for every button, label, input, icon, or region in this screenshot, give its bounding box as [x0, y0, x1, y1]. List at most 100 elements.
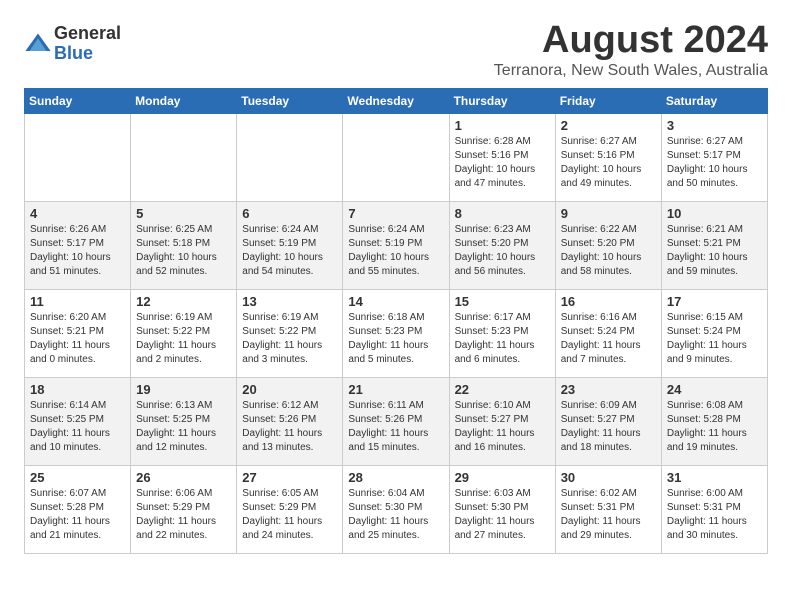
cell-content: Sunrise: 6:28 AM Sunset: 5:16 PM Dayligh…: [455, 135, 550, 191]
weekday-header-sunday: Sunday: [25, 88, 131, 113]
calendar-cell: 27 Sunrise: 6:05 AM Sunset: 5:29 PM Dayli…: [237, 465, 343, 553]
day-number: 5: [136, 206, 231, 221]
cell-content: Sunrise: 6:16 AM Sunset: 5:24 PM Dayligh…: [561, 311, 656, 367]
title-area: August 2024 Terranora, New South Wales, …: [494, 20, 768, 80]
day-number: 3: [667, 118, 762, 133]
day-number: 20: [242, 382, 337, 397]
day-number: 1: [455, 118, 550, 133]
weekday-header-row: SundayMondayTuesdayWednesdayThursdayFrid…: [25, 88, 768, 113]
calendar-cell: 20 Sunrise: 6:12 AM Sunset: 5:26 PM Dayli…: [237, 377, 343, 465]
calendar-cell: 22 Sunrise: 6:10 AM Sunset: 5:27 PM Dayli…: [449, 377, 555, 465]
cell-content: Sunrise: 6:18 AM Sunset: 5:23 PM Dayligh…: [348, 311, 443, 367]
calendar-cell: 24 Sunrise: 6:08 AM Sunset: 5:28 PM Dayli…: [661, 377, 767, 465]
calendar-week-3: 11Sunrise: 6:20 AM Sunset: 5:21 PM Dayli…: [25, 289, 768, 377]
day-number: 27: [242, 470, 337, 485]
weekday-header-monday: Monday: [131, 88, 237, 113]
calendar-cell: 23 Sunrise: 6:09 AM Sunset: 5:27 PM Dayli…: [555, 377, 661, 465]
cell-content: Sunrise: 6:13 AM Sunset: 5:25 PM Dayligh…: [136, 399, 231, 455]
calendar-cell: 17 Sunrise: 6:15 AM Sunset: 5:24 PM Dayli…: [661, 289, 767, 377]
cell-content: Sunrise: 6:02 AM Sunset: 5:31 PM Dayligh…: [561, 487, 656, 543]
calendar-cell: 16 Sunrise: 6:16 AM Sunset: 5:24 PM Dayli…: [555, 289, 661, 377]
cell-content: Sunrise: 6:23 AM Sunset: 5:20 PM Dayligh…: [455, 223, 550, 279]
calendar-week-4: 18 Sunrise: 6:14 AM Sunset: 5:25 PM Dayli…: [25, 377, 768, 465]
calendar-cell: [25, 113, 131, 201]
calendar-cell: 26 Sunrise: 6:06 AM Sunset: 5:29 PM Dayli…: [131, 465, 237, 553]
day-number: 29: [455, 470, 550, 485]
cell-content: Sunrise: 6:19 AM Sunset: 5:22 PM Dayligh…: [242, 311, 337, 367]
day-number: 22: [455, 382, 550, 397]
weekday-header-wednesday: Wednesday: [343, 88, 449, 113]
cell-content: Sunrise: 6:10 AM Sunset: 5:27 PM Dayligh…: [455, 399, 550, 455]
weekday-header-thursday: Thursday: [449, 88, 555, 113]
day-number: 8: [455, 206, 550, 221]
calendar-table: SundayMondayTuesdayWednesdayThursdayFrid…: [24, 88, 768, 554]
day-number: 2: [561, 118, 656, 133]
calendar-cell: 18 Sunrise: 6:14 AM Sunset: 5:25 PM Dayli…: [25, 377, 131, 465]
header: General Blue August 2024 Terranora, New …: [24, 20, 768, 80]
cell-content: Sunrise: 6:27 AM Sunset: 5:16 PM Dayligh…: [561, 135, 656, 191]
calendar-cell: [237, 113, 343, 201]
cell-content: Sunrise: 6:19 AM Sunset: 5:22 PM Dayligh…: [136, 311, 231, 367]
cell-content: Sunrise: 6:07 AM Sunset: 5:28 PM Dayligh…: [30, 487, 125, 543]
calendar-cell: 6 Sunrise: 6:24 AM Sunset: 5:19 PM Daylig…: [237, 201, 343, 289]
cell-content: Sunrise: 6:14 AM Sunset: 5:25 PM Dayligh…: [30, 399, 125, 455]
day-number: 26: [136, 470, 231, 485]
calendar-cell: 11Sunrise: 6:20 AM Sunset: 5:21 PM Dayli…: [25, 289, 131, 377]
day-number: 23: [561, 382, 656, 397]
cell-content: Sunrise: 6:24 AM Sunset: 5:19 PM Dayligh…: [348, 223, 443, 279]
cell-content: Sunrise: 6:09 AM Sunset: 5:27 PM Dayligh…: [561, 399, 656, 455]
calendar-cell: 2 Sunrise: 6:27 AM Sunset: 5:16 PM Daylig…: [555, 113, 661, 201]
day-number: 21: [348, 382, 443, 397]
location: Terranora, New South Wales, Australia: [494, 62, 768, 80]
calendar-week-1: 1 Sunrise: 6:28 AM Sunset: 5:16 PM Daylig…: [25, 113, 768, 201]
cell-content: Sunrise: 6:12 AM Sunset: 5:26 PM Dayligh…: [242, 399, 337, 455]
calendar-cell: 19 Sunrise: 6:13 AM Sunset: 5:25 PM Dayli…: [131, 377, 237, 465]
logo-blue: Blue: [54, 44, 121, 64]
day-number: 15: [455, 294, 550, 309]
calendar-cell: 9 Sunrise: 6:22 AM Sunset: 5:20 PM Daylig…: [555, 201, 661, 289]
cell-content: Sunrise: 6:06 AM Sunset: 5:29 PM Dayligh…: [136, 487, 231, 543]
logo-text: General Blue: [54, 24, 121, 64]
day-number: 18: [30, 382, 125, 397]
day-number: 28: [348, 470, 443, 485]
day-number: 6: [242, 206, 337, 221]
calendar-week-2: 4Sunrise: 6:26 AM Sunset: 5:17 PM Daylig…: [25, 201, 768, 289]
calendar-cell: 4Sunrise: 6:26 AM Sunset: 5:17 PM Daylig…: [25, 201, 131, 289]
cell-content: Sunrise: 6:24 AM Sunset: 5:19 PM Dayligh…: [242, 223, 337, 279]
cell-content: Sunrise: 6:08 AM Sunset: 5:28 PM Dayligh…: [667, 399, 762, 455]
cell-content: Sunrise: 6:05 AM Sunset: 5:29 PM Dayligh…: [242, 487, 337, 543]
calendar-cell: 28Sunrise: 6:04 AM Sunset: 5:30 PM Dayli…: [343, 465, 449, 553]
calendar-cell: 30 Sunrise: 6:02 AM Sunset: 5:31 PM Dayli…: [555, 465, 661, 553]
calendar-cell: 29 Sunrise: 6:03 AM Sunset: 5:30 PM Dayli…: [449, 465, 555, 553]
cell-content: Sunrise: 6:15 AM Sunset: 5:24 PM Dayligh…: [667, 311, 762, 367]
calendar-cell: [343, 113, 449, 201]
cell-content: Sunrise: 6:20 AM Sunset: 5:21 PM Dayligh…: [30, 311, 125, 367]
day-number: 10: [667, 206, 762, 221]
day-number: 30: [561, 470, 656, 485]
day-number: 24: [667, 382, 762, 397]
day-number: 19: [136, 382, 231, 397]
calendar-cell: 3 Sunrise: 6:27 AM Sunset: 5:17 PM Daylig…: [661, 113, 767, 201]
weekday-header-tuesday: Tuesday: [237, 88, 343, 113]
cell-content: Sunrise: 6:00 AM Sunset: 5:31 PM Dayligh…: [667, 487, 762, 543]
day-number: 16: [561, 294, 656, 309]
calendar-week-5: 25Sunrise: 6:07 AM Sunset: 5:28 PM Dayli…: [25, 465, 768, 553]
calendar-cell: 8 Sunrise: 6:23 AM Sunset: 5:20 PM Daylig…: [449, 201, 555, 289]
day-number: 4: [30, 206, 125, 221]
logo: General Blue: [24, 24, 121, 64]
day-number: 9: [561, 206, 656, 221]
day-number: 17: [667, 294, 762, 309]
cell-content: Sunrise: 6:11 AM Sunset: 5:26 PM Dayligh…: [348, 399, 443, 455]
calendar-cell: 15Sunrise: 6:17 AM Sunset: 5:23 PM Dayli…: [449, 289, 555, 377]
cell-content: Sunrise: 6:03 AM Sunset: 5:30 PM Dayligh…: [455, 487, 550, 543]
cell-content: Sunrise: 6:25 AM Sunset: 5:18 PM Dayligh…: [136, 223, 231, 279]
calendar-cell: 1 Sunrise: 6:28 AM Sunset: 5:16 PM Daylig…: [449, 113, 555, 201]
cell-content: Sunrise: 6:27 AM Sunset: 5:17 PM Dayligh…: [667, 135, 762, 191]
logo-general: General: [54, 24, 121, 44]
cell-content: Sunrise: 6:22 AM Sunset: 5:20 PM Dayligh…: [561, 223, 656, 279]
calendar-cell: [131, 113, 237, 201]
calendar-cell: 7Sunrise: 6:24 AM Sunset: 5:19 PM Daylig…: [343, 201, 449, 289]
calendar-cell: 14Sunrise: 6:18 AM Sunset: 5:23 PM Dayli…: [343, 289, 449, 377]
calendar-cell: 31 Sunrise: 6:00 AM Sunset: 5:31 PM Dayli…: [661, 465, 767, 553]
day-number: 31: [667, 470, 762, 485]
